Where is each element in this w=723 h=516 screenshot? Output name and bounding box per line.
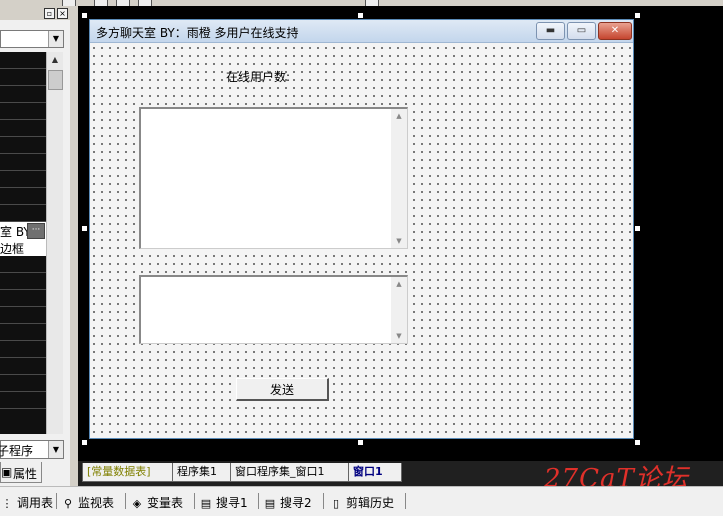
form-window[interactable]: 多方聊天室 BY：雨橙 多用户在线支持 ▬ ▭ ✕ 在线用户数: ▲ ▼ ▲ ▼… xyxy=(89,19,634,439)
search2-icon: ▤ xyxy=(264,497,276,510)
call-table-label: 调用表 xyxy=(17,496,54,510)
pin-icon[interactable]: ▫ xyxy=(44,8,55,19)
call-table-icon: ⋮ xyxy=(1,497,13,510)
bottom-toolbar: ⋮ 调用表 ⚲ 监视表 ◈ 变量表 ▤ 搜寻1 ▤ 搜寻2 ▯ 剪辑历史 xyxy=(0,486,723,516)
clip-history-button[interactable]: ▯ 剪辑历史 xyxy=(329,494,394,511)
scroll-thumb[interactable] xyxy=(48,70,63,90)
form-titlebar[interactable]: 多方聊天室 BY：雨橙 多用户在线支持 ▬ ▭ ✕ xyxy=(90,20,633,43)
resize-handle[interactable] xyxy=(634,12,641,19)
form-title: 多方聊天室 BY：雨橙 多用户在线支持 xyxy=(96,26,299,40)
resize-handle[interactable] xyxy=(634,225,641,232)
maximize-button[interactable]: ▭ xyxy=(567,22,596,40)
search1-label: 搜寻1 xyxy=(216,496,248,510)
call-table-button[interactable]: ⋮ 调用表 xyxy=(0,494,54,511)
scroll-down-icon[interactable]: ▼ xyxy=(391,329,407,343)
properties-icon: ▣ xyxy=(1,465,13,479)
online-users-label: 在线用户数: xyxy=(226,70,291,84)
component-selector[interactable]: ▼ xyxy=(0,30,64,48)
close-button[interactable]: ✕ xyxy=(598,22,632,40)
message-input-scrollbar[interactable]: ▲ ▼ xyxy=(391,277,407,343)
resize-handle[interactable] xyxy=(81,12,88,19)
search2-button[interactable]: ▤ 搜寻2 xyxy=(263,494,312,511)
variable-table-button[interactable]: ◈ 变量表 xyxy=(130,494,183,511)
resize-handle[interactable] xyxy=(634,439,641,446)
panel-splitter[interactable] xyxy=(70,6,78,486)
chevron-down-icon[interactable]: ▼ xyxy=(48,441,63,458)
variable-table-label: 变量表 xyxy=(147,496,184,510)
variable-icon: ◈ xyxy=(132,497,142,510)
chevron-down-icon[interactable]: ▼ xyxy=(48,31,63,47)
scroll-down-icon[interactable]: ▼ xyxy=(391,234,407,248)
ellipsis-button[interactable]: ··· xyxy=(27,223,45,239)
tab-window-1[interactable]: 窗口1 xyxy=(348,463,402,482)
send-button[interactable]: 发送 xyxy=(236,378,329,401)
watch-table-button[interactable]: ⚲ 监视表 xyxy=(61,494,114,511)
search2-label: 搜寻2 xyxy=(280,496,312,510)
tab-properties[interactable]: ▣ 属性 xyxy=(0,462,42,483)
scroll-up-icon[interactable]: ▲ xyxy=(47,52,63,68)
close-icon[interactable]: × xyxy=(57,8,68,19)
property-grid-scrollbar[interactable]: ▲ xyxy=(46,52,63,434)
event-selector-value: 子程序 xyxy=(0,444,34,458)
properties-panel-header: ▫ × xyxy=(0,6,70,20)
search1-icon: ▤ xyxy=(200,497,212,510)
scroll-up-icon[interactable]: ▲ xyxy=(391,109,407,123)
magnifier-icon: ⚲ xyxy=(63,497,73,510)
resize-handle[interactable] xyxy=(81,439,88,446)
watch-table-label: 监视表 xyxy=(78,496,115,510)
search1-button[interactable]: ▤ 搜寻1 xyxy=(199,494,248,511)
tab-window-program-set[interactable]: 窗口程序集_窗口1 xyxy=(230,463,350,482)
resize-handle[interactable] xyxy=(81,225,88,232)
event-selector[interactable]: 子程序 ▼ xyxy=(0,440,64,459)
chat-history-scrollbar[interactable]: ▲ ▼ xyxy=(391,109,407,248)
tab-program-set-1[interactable]: 程序集1 xyxy=(172,463,232,482)
clip-history-label: 剪辑历史 xyxy=(346,496,395,510)
minimize-button[interactable]: ▬ xyxy=(536,22,565,40)
resize-handle[interactable] xyxy=(357,439,364,446)
clip-history-icon: ▯ xyxy=(332,497,340,510)
property-value-border: 边框 xyxy=(0,242,25,256)
chat-history-textbox[interactable]: ▲ ▼ xyxy=(139,107,408,249)
resize-handle[interactable] xyxy=(357,12,364,19)
message-input-textbox[interactable]: ▲ ▼ xyxy=(139,275,408,344)
tab-properties-label: 属性 xyxy=(13,467,38,481)
tab-constant-table[interactable]: [常量数据表] xyxy=(82,463,174,482)
scroll-up-icon[interactable]: ▲ xyxy=(391,277,407,291)
